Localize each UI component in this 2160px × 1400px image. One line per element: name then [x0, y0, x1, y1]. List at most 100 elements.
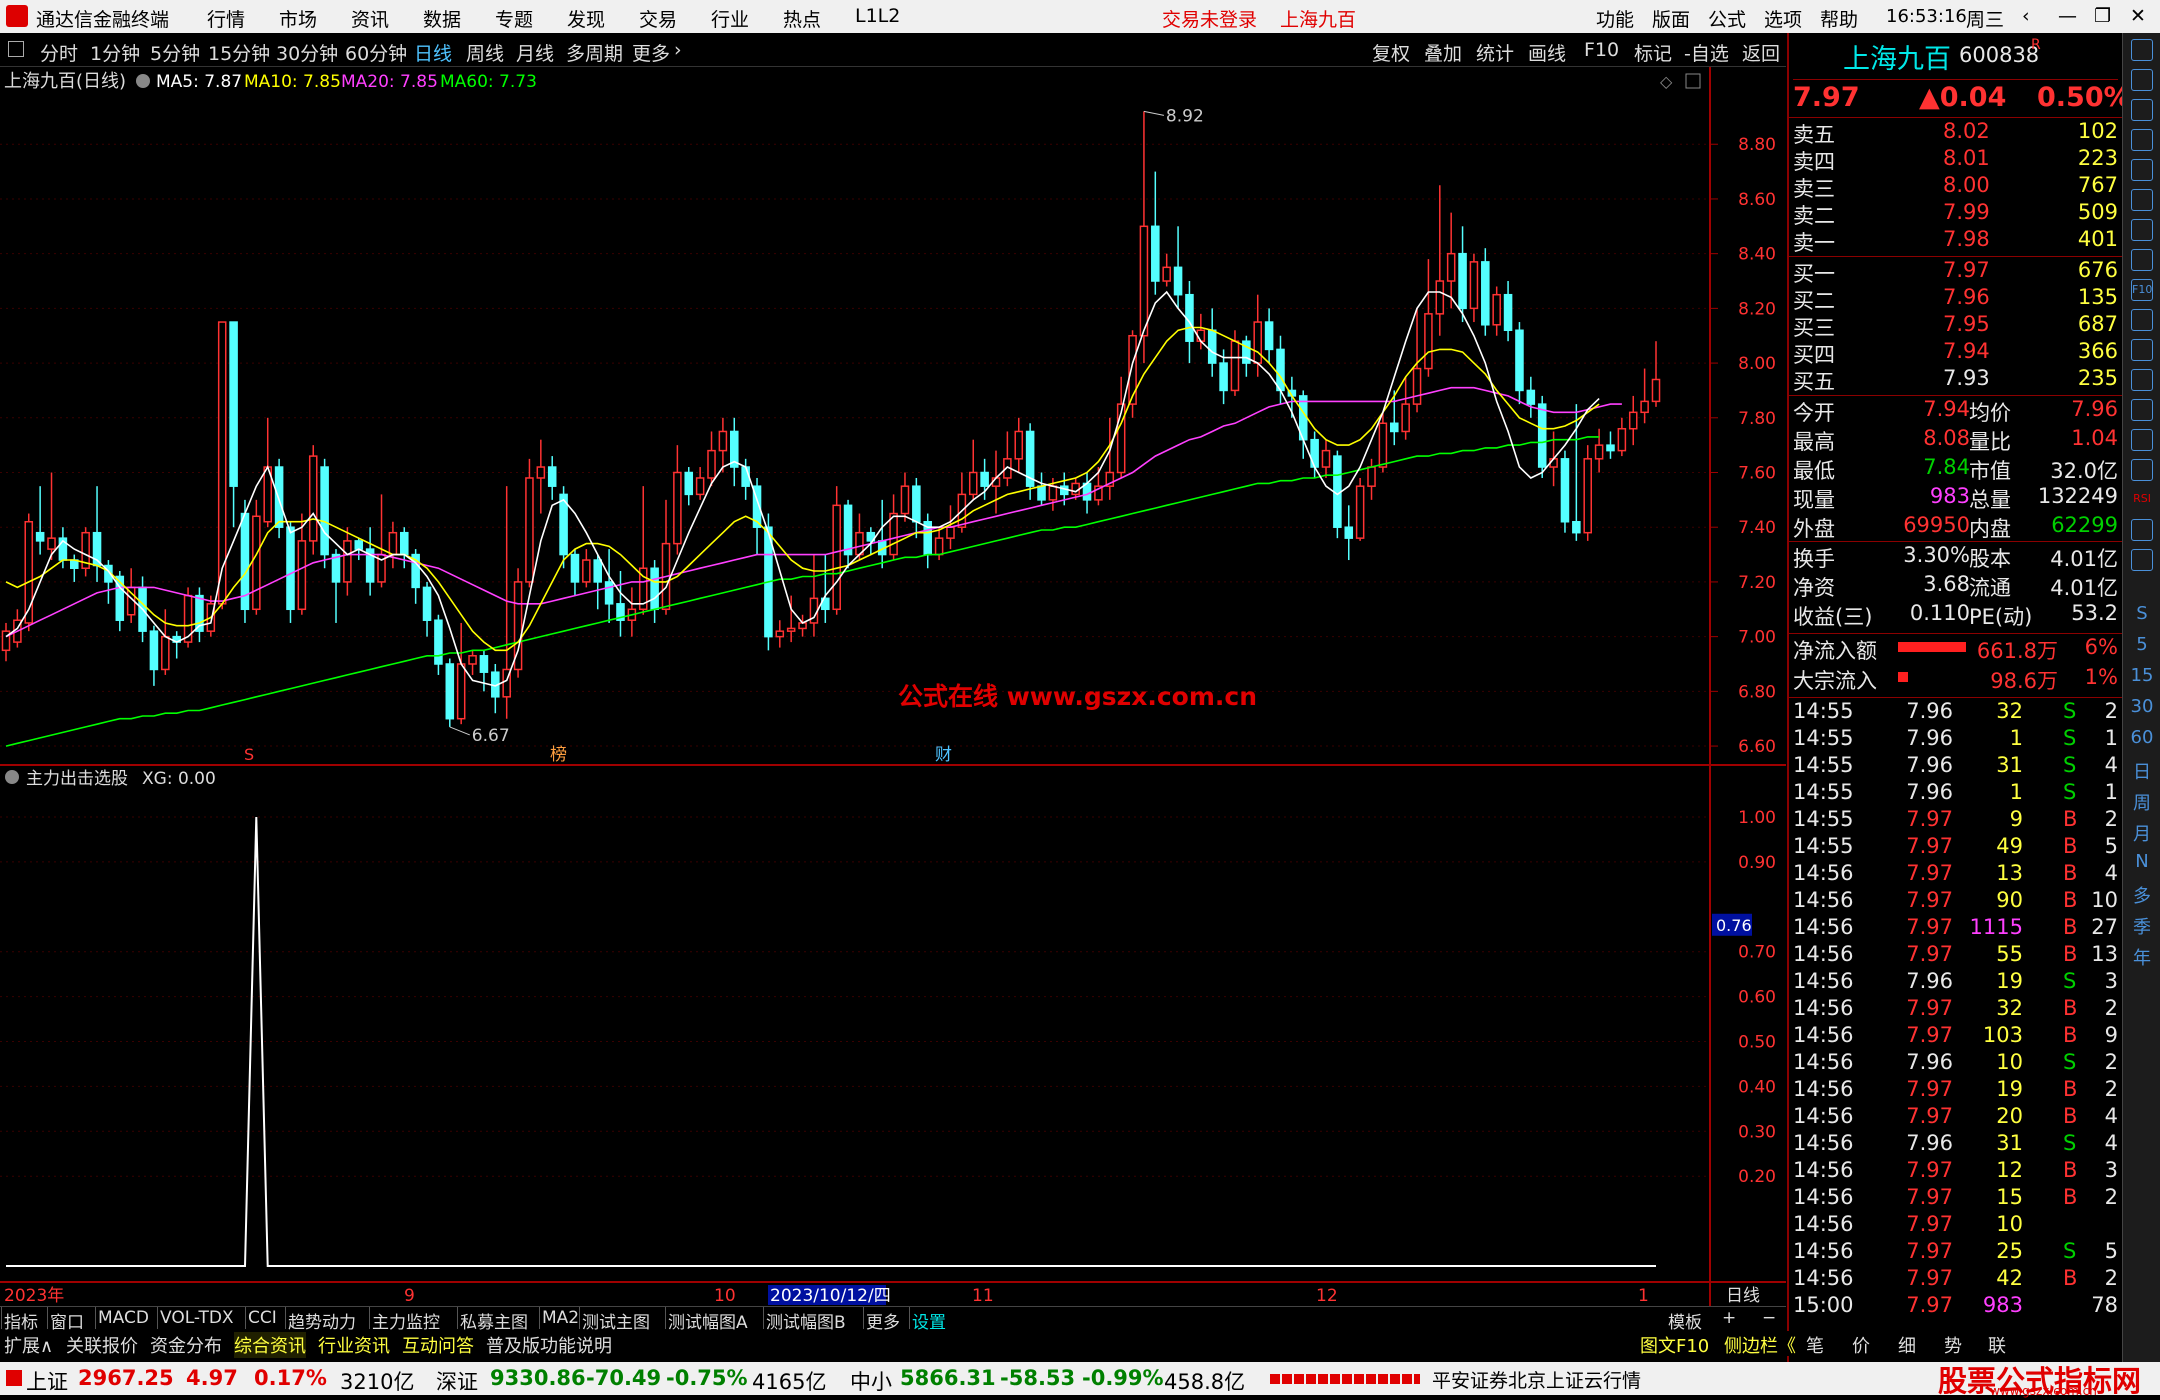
tick-row[interactable]: 14:56 7.97 19 B 2	[1793, 1077, 2118, 1104]
indicator-tab-7[interactable]: 私募主图	[460, 1308, 528, 1333]
indicator-toggle-icon[interactable]	[5, 770, 19, 784]
arrow-up-icon[interactable]	[2131, 69, 2153, 91]
side-tab-1[interactable]: 侧边栏《	[1724, 1332, 1796, 1358]
extension-tab-3[interactable]: 综合资讯	[234, 1332, 306, 1358]
more-chevron-icon[interactable]: ›	[674, 39, 682, 61]
restore-icon[interactable]: ❐	[2094, 5, 2111, 27]
tick-row[interactable]: 14:55 7.96 1 S 1	[1793, 726, 2118, 753]
move-icon[interactable]	[2131, 519, 2153, 541]
flow-row[interactable]: 大宗流入 98.6万 1%	[1793, 665, 2118, 693]
sell-level[interactable]: 卖三 8.00 767	[1793, 173, 2118, 201]
indicator-tab-2[interactable]: MACD	[98, 1308, 149, 1328]
side-period-年[interactable]: 年	[2123, 944, 2160, 970]
buy-level[interactable]: 买二 7.96 135	[1793, 285, 2118, 313]
tick-row[interactable]: 14:55 7.96 31 S 4	[1793, 753, 2118, 780]
side-period-多[interactable]: 多	[2123, 882, 2160, 908]
tick-row[interactable]: 14:55 7.97 9 B 2	[1793, 807, 2118, 834]
menu-l1l2[interactable]: L1L2	[855, 5, 900, 27]
stat-row[interactable]: 最高 8.08 量比 1.04	[1793, 426, 2118, 454]
maximize-pane-icon[interactable]	[1685, 73, 1701, 89]
sh-label[interactable]: 上证	[26, 1366, 68, 1396]
line-chart-icon[interactable]	[2131, 189, 2153, 211]
stat-row[interactable]: 外盘 69950 内盘 62299	[1793, 513, 2118, 541]
side-period-30[interactable]: 30	[2123, 696, 2160, 717]
side-tab-3[interactable]: 价	[1852, 1332, 1870, 1358]
indicator-tab-12[interactable]: 更多	[866, 1308, 900, 1333]
pen-icon[interactable]	[2131, 549, 2153, 571]
tab-15min[interactable]: 15分钟	[208, 39, 270, 66]
menu-gongneng[interactable]: 功能	[1596, 5, 1634, 32]
extension-tab-0[interactable]: 扩展∧	[4, 1332, 53, 1358]
tick-row[interactable]: 14:55 7.97 49 B 5	[1793, 834, 2118, 861]
panel-toggle-icon[interactable]	[8, 41, 24, 57]
template-tab-1[interactable]: +	[1722, 1308, 1736, 1328]
back-icon[interactable]: ‹	[2022, 5, 2030, 27]
buy-level[interactable]: 买五 7.93 235	[1793, 366, 2118, 394]
buy-level[interactable]: 买一 7.97 676	[1793, 258, 2118, 286]
indicator-tab-8[interactable]: MA2	[542, 1308, 579, 1328]
tab-daily[interactable]: 日线	[414, 39, 452, 66]
fundamental-row[interactable]: 换手 3.30% 股本 4.01亿	[1793, 543, 2118, 571]
tick-row[interactable]: 14:56 7.97 55 B 13	[1793, 942, 2118, 969]
stat-row[interactable]: 现量 983 总量 132249	[1793, 484, 2118, 512]
tick-row[interactable]: 14:56 7.96 31 S 4	[1793, 1131, 2118, 1158]
clock-icon[interactable]	[2131, 429, 2153, 451]
sell-level[interactable]: 卖二 7.99 509	[1793, 200, 2118, 228]
ma-toggle-icon[interactable]	[136, 74, 150, 88]
indicator-tab-10[interactable]: 测试幅图A	[668, 1308, 748, 1333]
side-tab-2[interactable]: 笔	[1806, 1332, 1824, 1358]
sell-level[interactable]: 卖五 8.02 102	[1793, 119, 2118, 147]
tick-row[interactable]: 14:56 7.97 13 B 4	[1793, 861, 2118, 888]
sell-level[interactable]: 卖四 8.01 223	[1793, 146, 2118, 174]
side-period-周[interactable]: 周	[2123, 789, 2160, 815]
tick-row[interactable]: 14:56 7.97 42 B 2	[1793, 1266, 2118, 1293]
trade-status[interactable]: 交易未登录	[1162, 5, 1257, 32]
stat-row[interactable]: 今开 7.94 均价 7.96	[1793, 397, 2118, 425]
list-icon[interactable]	[2131, 309, 2153, 331]
side-period-5[interactable]: 5	[2123, 634, 2160, 655]
tab-1min[interactable]: 1分钟	[90, 39, 140, 66]
side-period-月[interactable]: 月	[2123, 820, 2160, 846]
btn-tongji[interactable]: 统计	[1476, 39, 1514, 66]
indicator-tab-13[interactable]: 设置	[912, 1308, 946, 1333]
btn-fuquan[interactable]: 复权	[1372, 39, 1410, 66]
broker-info[interactable]: 平安证券北京上证云行情	[1432, 1366, 1641, 1393]
tab-multi[interactable]: 多周期	[566, 39, 623, 66]
zx-label[interactable]: 中小	[850, 1366, 892, 1396]
sell-level[interactable]: 卖一 7.98 401	[1793, 227, 2118, 255]
tab-monthly[interactable]: 月线	[516, 39, 554, 66]
btn-zixuan[interactable]: -自选	[1684, 39, 1729, 66]
side-period-S[interactable]: S	[2123, 603, 2160, 624]
sz-label[interactable]: 深证	[436, 1366, 478, 1396]
tab-fenshi[interactable]: 分时	[40, 39, 78, 66]
side-period-15[interactable]: 15	[2123, 665, 2160, 686]
marker-bang[interactable]: 榜	[550, 745, 567, 765]
side-period-N[interactable]: N	[2123, 851, 2160, 872]
side-tab-6[interactable]: 联	[1988, 1332, 2006, 1358]
side-period-60[interactable]: 60	[2123, 727, 2160, 748]
stat-row[interactable]: 最低 7.84 市值 32.0亿	[1793, 455, 2118, 483]
buy-level[interactable]: 买四 7.94 366	[1793, 339, 2118, 367]
tick-row[interactable]: 14:56 7.96 10 S 2	[1793, 1050, 2118, 1077]
tab-30min[interactable]: 30分钟	[276, 39, 338, 66]
indicator-tab-9[interactable]: 测试主图	[582, 1308, 650, 1333]
btn-diejia[interactable]: 叠加	[1424, 39, 1462, 66]
marker-s[interactable]: S	[244, 745, 254, 764]
tab-5min[interactable]: 5分钟	[150, 39, 200, 66]
template-tab-0[interactable]: 模板	[1668, 1308, 1702, 1333]
tick-row[interactable]: 14:56 7.97 12 B 3	[1793, 1158, 2118, 1185]
buy-level[interactable]: 买三 7.95 687	[1793, 312, 2118, 340]
calc-icon[interactable]	[2131, 129, 2153, 151]
tick-row[interactable]: 14:55 7.96 1 S 1	[1793, 780, 2118, 807]
kline-chart[interactable]: 8.92 6.67 8.80 8.60 8.40 8.20 8.00 7.80 7.60 7.4…	[0, 67, 1786, 1306]
indicator-tab-1[interactable]: 窗口	[50, 1308, 84, 1333]
arrow-down-icon[interactable]	[2131, 99, 2153, 121]
tick-row[interactable]: 14:55 7.96 32 S 2	[1793, 699, 2118, 726]
tick-row[interactable]: 14:56 7.97 20 B 4	[1793, 1104, 2118, 1131]
menu-gongshi[interactable]: 公式	[1708, 5, 1746, 32]
tick-row[interactable]: 14:56 7.97 1115 B 27	[1793, 915, 2118, 942]
grid-icon[interactable]	[2131, 159, 2153, 181]
indicator-tab-11[interactable]: 测试幅图B	[766, 1308, 846, 1333]
menu-shuju[interactable]: 数据	[423, 5, 461, 32]
tab-more[interactable]: 更多	[632, 39, 670, 66]
